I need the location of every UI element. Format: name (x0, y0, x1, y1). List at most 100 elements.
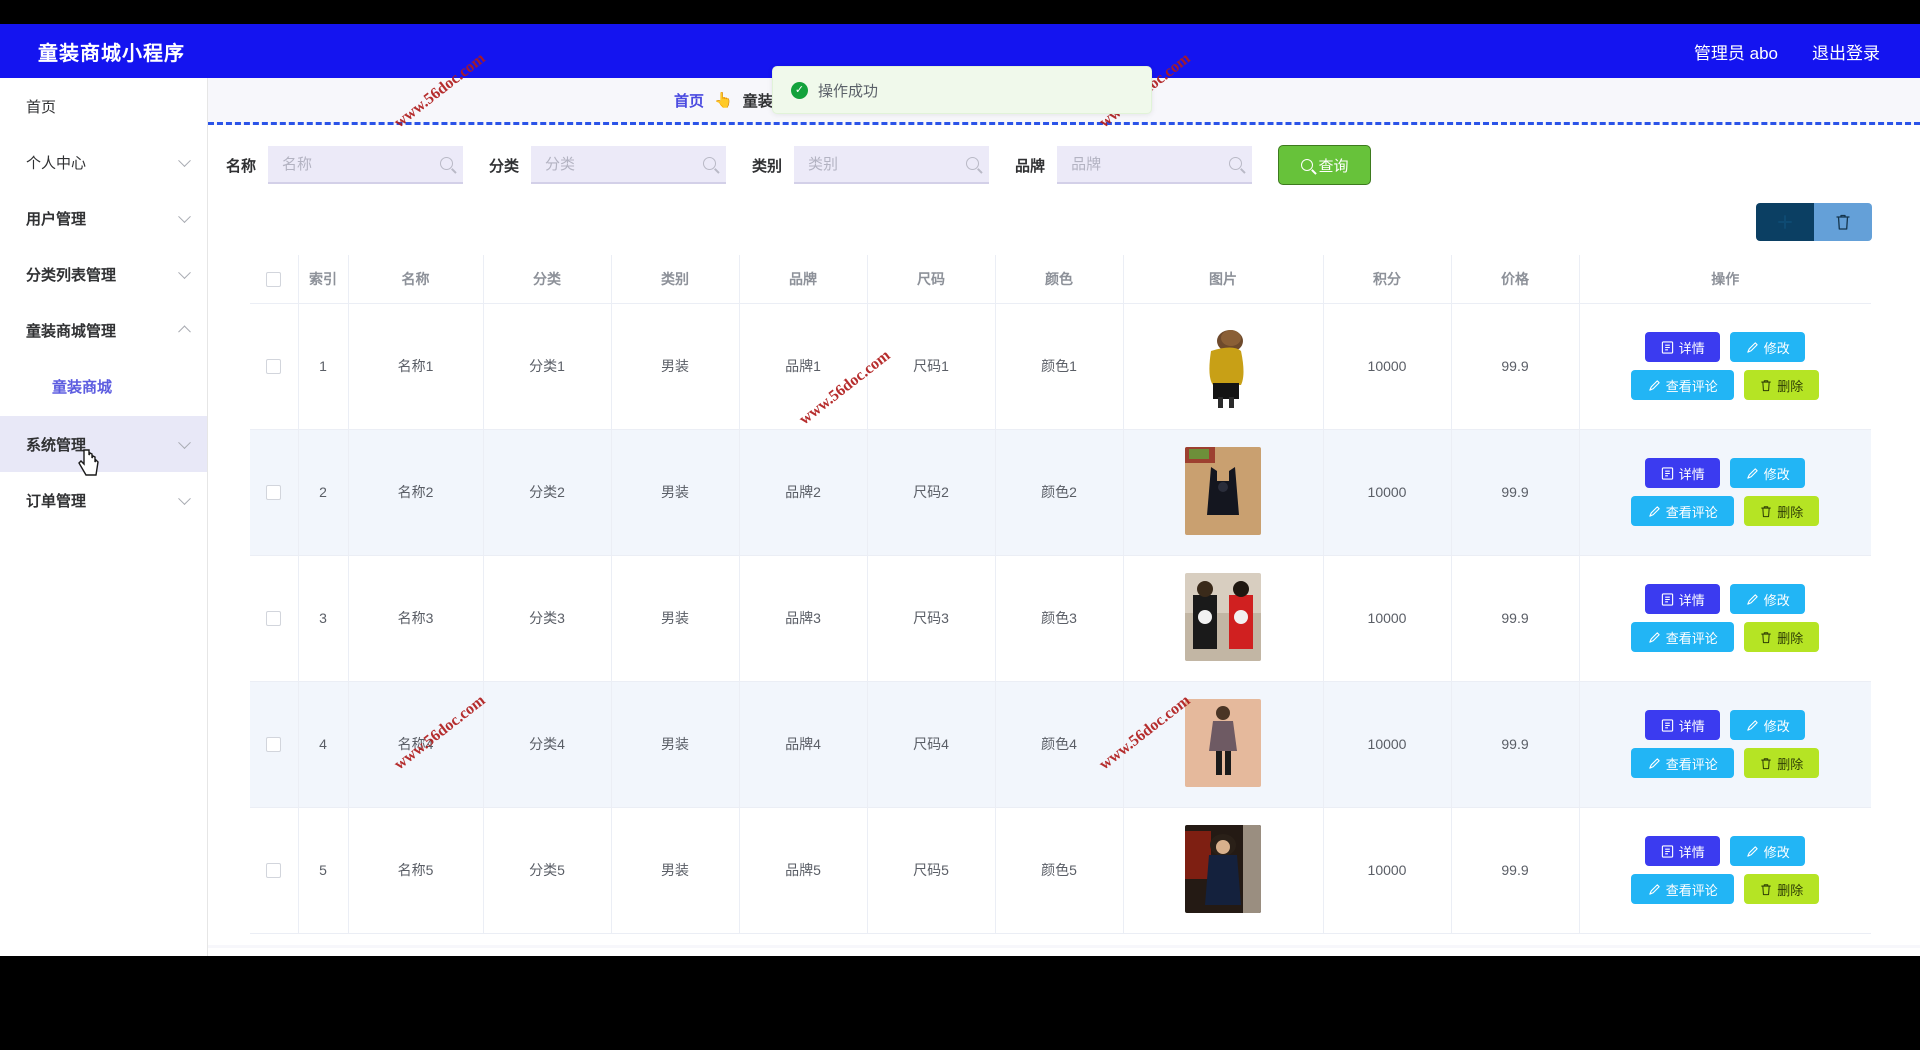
product-thumbnail[interactable] (1185, 824, 1261, 913)
sidebar-item-category-list-management[interactable]: 分类列表管理 (0, 246, 207, 302)
row-select-cell (250, 681, 299, 808)
col-header-type: 类别 (611, 255, 740, 304)
delete-button[interactable]: 删除 (1744, 370, 1820, 400)
cell-size: 尺码5 (867, 807, 996, 934)
cell-price: 99.9 (1451, 807, 1580, 934)
table-row: 3 名称3 分类3 男装 品牌3 尺码3 颜色3 10000 99.9 详情 修改 查看评论 删除 (250, 555, 1871, 682)
product-thumbnail[interactable] (1185, 698, 1261, 787)
product-thumbnail[interactable] (1185, 320, 1261, 409)
cell-points: 10000 (1323, 429, 1452, 556)
chevron-up-icon (178, 325, 191, 339)
row-action-group: 详情 修改查看评论 删除 (1582, 332, 1870, 400)
product-thumbnail[interactable] (1185, 572, 1261, 661)
edit-button[interactable]: 修改 (1730, 710, 1806, 740)
cell-points: 10000 (1323, 681, 1452, 808)
view-comments-button[interactable]: 查看评论 (1631, 496, 1735, 526)
col-header-image: 图片 (1123, 255, 1324, 304)
sidebar-item-label: 个人中心 (26, 154, 87, 172)
sidebar-item-childrens-mall-management[interactable]: 童装商城管理 (0, 302, 207, 358)
table-header-row: 索引 名称 分类 类别 品牌 尺码 颜色 图片 积分 价格 操作 (250, 255, 1871, 304)
cell-size: 尺码2 (867, 429, 996, 556)
detail-button[interactable]: 详情 (1645, 458, 1721, 488)
content-panel: 名称 分类 类别 品牌 (208, 125, 1920, 945)
cell-name: 名称3 (348, 555, 484, 682)
cell-points: 10000 (1323, 555, 1452, 682)
delete-button[interactable]: 删除 (1744, 496, 1820, 526)
sidebar-item-order-management[interactable]: 订单管理 (0, 472, 207, 528)
search-input-name[interactable] (268, 146, 464, 182)
view-comments-button[interactable]: 查看评论 (1631, 622, 1735, 652)
detail-button[interactable]: 详情 (1645, 836, 1721, 866)
chevron-down-icon (178, 492, 191, 506)
cell-name: 名称4 (348, 681, 484, 808)
delete-button[interactable]: 删除 (1744, 622, 1820, 652)
sidebar-subitem-childrens-mall[interactable]: 童装商城 (0, 358, 207, 414)
cell-image (1123, 555, 1324, 682)
delete-button[interactable]: 删除 (1744, 748, 1820, 778)
breadcrumb-home-link[interactable]: 首页 (674, 90, 704, 111)
view-comments-button[interactable]: 查看评论 (1631, 874, 1735, 904)
cell-index: 5 (298, 807, 349, 934)
sidebar-item-label: 订单管理 (26, 492, 87, 510)
row-checkbox[interactable] (266, 737, 282, 753)
cell-size: 尺码3 (867, 555, 996, 682)
detail-button[interactable]: 详情 (1645, 710, 1721, 740)
search-icon (1229, 157, 1243, 170)
logout-button[interactable]: 退出登录 (1812, 39, 1880, 64)
row-select-cell (250, 555, 299, 682)
edit-button[interactable]: 修改 (1730, 836, 1806, 866)
product-thumbnail[interactable] (1185, 446, 1261, 535)
cell-image (1123, 807, 1324, 934)
query-button[interactable]: 查询 (1278, 145, 1372, 185)
search-input-type[interactable] (794, 146, 990, 182)
sidebar-item-personal-center[interactable]: 个人中心 (0, 134, 207, 190)
chevron-down-icon (178, 436, 191, 450)
breadcrumb-separator-icon: 👆 (714, 92, 733, 109)
cell-brand: 品牌4 (739, 681, 868, 808)
cell-category: 分类4 (483, 681, 612, 808)
filter-label-category: 分类 (489, 157, 520, 175)
view-comments-button[interactable]: 查看评论 (1631, 370, 1735, 400)
table-row: 5 名称5 分类5 男装 品牌5 尺码5 颜色5 10000 99.9 详情 修改 查看评论 删除 (250, 807, 1871, 934)
delete-button[interactable]: 删除 (1744, 874, 1820, 904)
sidebar-item-home[interactable]: 首页 (0, 78, 207, 134)
add-record-button[interactable] (1756, 203, 1814, 241)
edit-button[interactable]: 修改 (1730, 332, 1806, 362)
cell-price: 99.9 (1451, 555, 1580, 682)
edit-button[interactable]: 修改 (1730, 584, 1806, 614)
row-checkbox[interactable] (266, 611, 282, 627)
cell-category: 分类2 (483, 429, 612, 556)
filter-label-brand: 品牌 (1015, 157, 1046, 175)
row-checkbox[interactable] (266, 359, 282, 375)
row-checkbox[interactable] (266, 863, 282, 879)
search-icon (1300, 159, 1313, 171)
products-table: 索引 名称 分类 类别 品牌 尺码 颜色 图片 积分 价格 操作 1 名称1 分类1… (250, 255, 1871, 934)
view-comments-button[interactable]: 查看评论 (1631, 748, 1735, 778)
search-icon (703, 157, 717, 170)
search-input-brand[interactable] (1057, 146, 1253, 182)
cell-price: 99.9 (1451, 429, 1580, 556)
row-checkbox[interactable] (266, 485, 282, 501)
edit-button[interactable]: 修改 (1730, 458, 1806, 488)
main-content: 首页 👆 童装商城 名称 分类 类别 (208, 78, 1920, 956)
cell-color: 颜色3 (995, 555, 1124, 682)
table-row: 1 名称1 分类1 男装 品牌1 尺码1 颜色1 10000 99.9 详情 修改 查看评论 删除 (250, 303, 1871, 430)
detail-button[interactable]: 详情 (1645, 332, 1721, 362)
col-header-color: 颜色 (995, 255, 1124, 304)
col-header-operations: 操作 (1579, 255, 1871, 304)
sidebar-item-label: 童装商城管理 (26, 322, 117, 340)
detail-button[interactable]: 详情 (1645, 584, 1721, 614)
search-input-brand-wrap (1057, 146, 1253, 184)
select-all-checkbox[interactable] (266, 272, 282, 288)
row-action-group: 详情 修改查看评论 删除 (1582, 836, 1870, 904)
cell-name: 名称5 (348, 807, 484, 934)
cell-type: 男装 (611, 303, 740, 430)
sidebar-item-label: 分类列表管理 (26, 266, 117, 284)
search-input-category[interactable] (531, 146, 727, 182)
cell-index: 4 (298, 681, 349, 808)
sidebar-item-system-management[interactable]: 系统管理 (0, 416, 207, 472)
sidebar-item-user-management[interactable]: 用户管理 (0, 190, 207, 246)
select-all-header (250, 255, 299, 304)
delete-selected-button[interactable] (1814, 203, 1872, 241)
cell-index: 3 (298, 555, 349, 682)
